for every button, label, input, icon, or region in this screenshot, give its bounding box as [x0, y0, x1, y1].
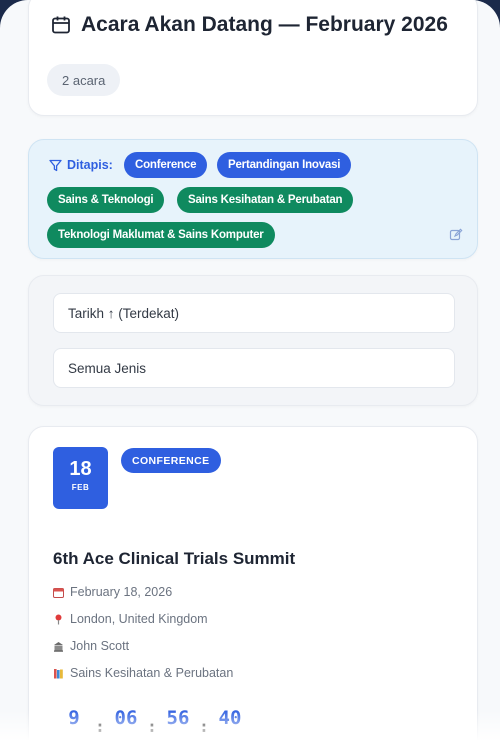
- page-title: Acara Akan Datang — February 2026: [81, 13, 448, 36]
- event-date: February 18, 2026: [70, 585, 173, 599]
- filter-label-text: Ditapis:: [67, 158, 113, 172]
- sort-select[interactable]: Tarikh ↑ (Terdekat): [53, 293, 455, 333]
- event-title[interactable]: 6th Ace Clinical Trials Summit: [53, 549, 295, 569]
- event-location-row: London, United Kingdom: [53, 612, 208, 626]
- calendar-small-icon: [53, 587, 64, 598]
- filter-chip-teknologi-maklumat[interactable]: Teknologi Maklumat & Sains Komputer: [47, 222, 275, 248]
- filter-chip-sains-kesihatan[interactable]: Sains Kesihatan & Perubatan: [177, 187, 354, 213]
- filter-icon: [49, 159, 62, 171]
- filter-chip-conference[interactable]: Conference: [124, 152, 208, 178]
- event-category: Sains Kesihatan & Perubatan: [70, 666, 234, 680]
- building-icon: [54, 641, 63, 652]
- active-filters-card: Ditapis: Conference Pertandingan Inovasi…: [28, 139, 478, 259]
- edit-icon[interactable]: [449, 228, 463, 242]
- pin-icon: [55, 614, 62, 624]
- event-day: 18: [69, 458, 92, 480]
- sort-filter-card: Tarikh ↑ (Terdekat) Semua Jenis: [28, 275, 478, 406]
- app-screen: Acara Akan Datang — February 2026 2 acar…: [0, 0, 500, 740]
- header-card: Acara Akan Datang — February 2026 2 acar…: [28, 0, 478, 116]
- event-date-row: February 18, 2026: [53, 585, 172, 599]
- filter-label: Ditapis:: [49, 158, 113, 172]
- bottom-fade: [0, 710, 500, 740]
- event-month: FEB: [71, 483, 90, 492]
- event-date-box: 18 FEB: [53, 447, 108, 509]
- event-organizer-row: John Scott: [53, 639, 129, 653]
- event-count-badge: 2 acara: [47, 64, 121, 96]
- event-type-badge: CONFERENCE: [121, 448, 221, 473]
- calendar-icon: [52, 16, 70, 34]
- event-category-row: Sains Kesihatan & Perubatan: [53, 666, 233, 680]
- books-icon: [54, 668, 63, 678]
- event-location: London, United Kingdom: [70, 612, 208, 626]
- event-card[interactable]: 18 FEB CONFERENCE 6th Ace Clinical Trial…: [28, 426, 478, 740]
- filter-chip-pertandingan-inovasi[interactable]: Pertandingan Inovasi: [217, 152, 352, 178]
- type-select[interactable]: Semua Jenis: [53, 348, 455, 388]
- filter-chip-sains-teknologi[interactable]: Sains & Teknologi: [47, 187, 165, 213]
- event-organizer: John Scott: [70, 639, 130, 653]
